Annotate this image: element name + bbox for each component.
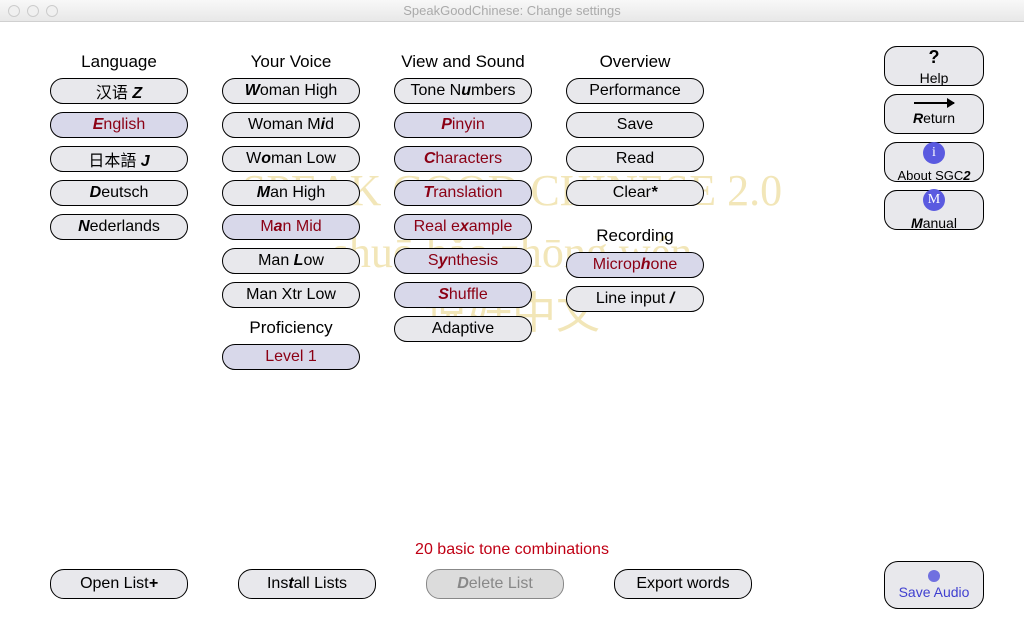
view-real-example[interactable]: Real example <box>394 214 532 240</box>
overview-heading: Overview <box>600 52 671 72</box>
language-japanese[interactable]: 日本語 J <box>50 146 188 172</box>
overview-performance[interactable]: Performance <box>566 78 704 104</box>
overview-save[interactable]: Save <box>566 112 704 138</box>
voice-woman-low[interactable]: Woman Low <box>222 146 360 172</box>
language-german[interactable]: Deutsch <box>50 180 188 206</box>
view-characters[interactable]: Characters <box>394 146 532 172</box>
return-button[interactable]: Return <box>884 94 984 134</box>
window-title: SpeakGoodChinese: Change settings <box>0 3 1024 18</box>
view-adaptive[interactable]: Adaptive <box>394 316 532 342</box>
record-dot-icon <box>928 570 940 582</box>
language-chinese[interactable]: 汉语 Z <box>50 78 188 104</box>
voice-man-xtr-low[interactable]: Man Xtr Low <box>222 282 360 308</box>
delete-list-button: Delete List <box>426 569 564 599</box>
arrow-right-icon <box>914 102 954 104</box>
overview-clear[interactable]: Clear* <box>566 180 704 206</box>
view-tone-numbers[interactable]: Tone Numbers <box>394 78 532 104</box>
language-column: Language 汉语 Z English 日本語 J Deutsch Nede… <box>50 52 188 378</box>
recording-heading: Recording <box>596 226 674 246</box>
about-button[interactable]: i About SGC2 <box>884 142 984 182</box>
side-column: ? Help Return i About SGC2 M Manu <box>884 52 984 378</box>
voice-man-low[interactable]: Man Low <box>222 248 360 274</box>
save-audio-button[interactable]: Save Audio <box>884 561 984 609</box>
proficiency-level[interactable]: Level 1 <box>222 344 360 370</box>
voice-man-high[interactable]: Man High <box>222 180 360 206</box>
view-synthesis[interactable]: Synthesis <box>394 248 532 274</box>
overview-read[interactable]: Read <box>566 146 704 172</box>
question-icon: ? <box>928 47 939 68</box>
voice-man-mid[interactable]: Man Mid <box>222 214 360 240</box>
language-english[interactable]: English <box>50 112 188 138</box>
export-words-button[interactable]: Export words <box>614 569 752 599</box>
manual-icon: M <box>923 189 945 211</box>
recording-line-input[interactable]: Line input / <box>566 286 704 312</box>
language-heading: Language <box>81 52 157 72</box>
view-shuffle[interactable]: Shuffle <box>394 282 532 308</box>
voice-heading: Your Voice <box>251 52 332 72</box>
help-button[interactable]: ? Help <box>884 46 984 86</box>
status-text: 20 basic tone combinations <box>0 541 1024 559</box>
view-sound-column: View and Sound Tone Numbers Pinyin Chara… <box>394 52 532 378</box>
recording-microphone[interactable]: Microphone <box>566 252 704 278</box>
view-pinyin[interactable]: Pinyin <box>394 112 532 138</box>
voice-woman-high[interactable]: Woman High <box>222 78 360 104</box>
info-icon: i <box>923 142 945 164</box>
view-translation[interactable]: Translation <box>394 180 532 206</box>
voice-woman-mid[interactable]: Woman Mid <box>222 112 360 138</box>
manual-button[interactable]: M Manual <box>884 190 984 230</box>
voice-column: Your Voice Woman High Woman Mid Woman Lo… <box>222 52 360 378</box>
proficiency-heading: Proficiency <box>249 318 332 338</box>
overview-column: Overview Performance Save Read Clear* Re… <box>566 52 704 378</box>
open-list-button[interactable]: Open List+ <box>50 569 188 599</box>
language-dutch[interactable]: Nederlands <box>50 214 188 240</box>
install-lists-button[interactable]: Install Lists <box>238 569 376 599</box>
view-sound-heading: View and Sound <box>401 52 525 72</box>
